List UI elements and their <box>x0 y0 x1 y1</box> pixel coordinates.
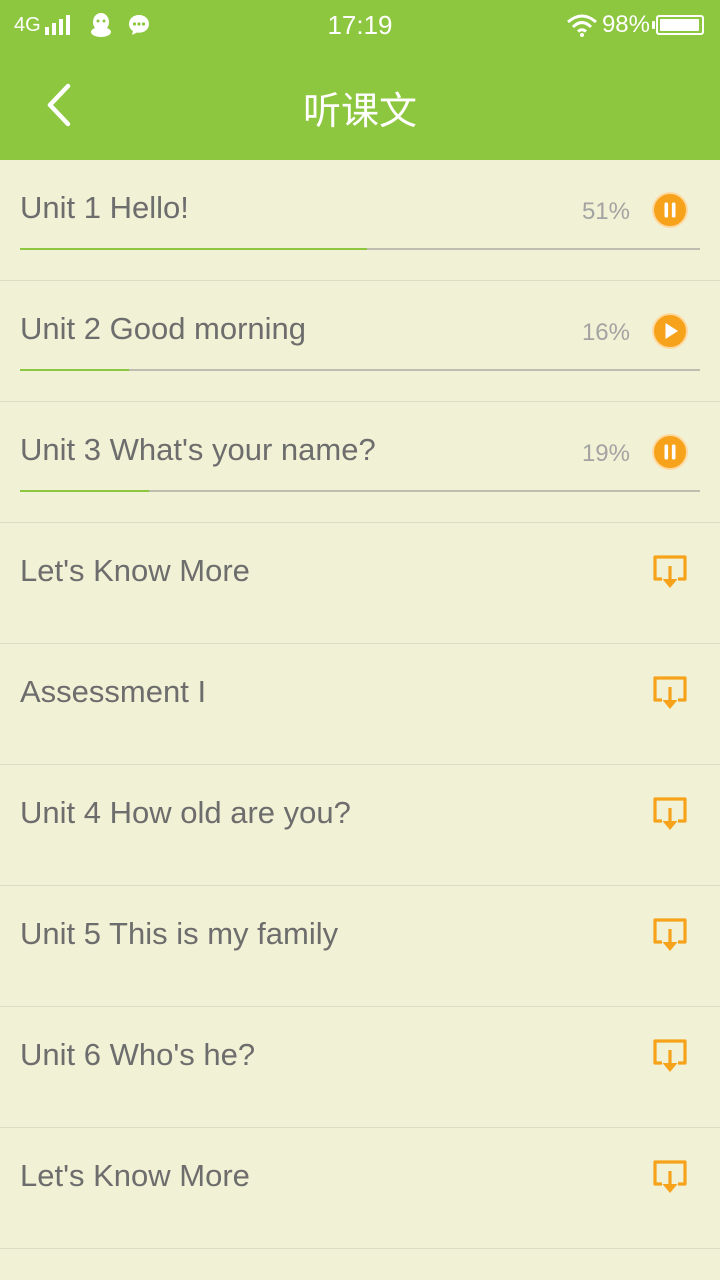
pause-button[interactable] <box>650 190 690 230</box>
progress-bar <box>20 248 700 250</box>
lesson-title: Unit 4 How old are you? <box>20 795 351 830</box>
lesson-title: Unit 6 Who's he? <box>20 1037 256 1072</box>
battery-icon <box>652 15 704 35</box>
download-icon <box>653 918 687 953</box>
nav-bar: 听课文 <box>0 50 720 160</box>
list-item[interactable]: Unit 2 Good morning 16% <box>0 281 720 402</box>
download-button[interactable] <box>650 553 690 593</box>
page-title: 听课文 <box>302 91 417 133</box>
pause-icon <box>652 434 688 470</box>
lesson-title: Assessment I <box>20 674 207 709</box>
download-button[interactable] <box>650 1037 690 1077</box>
app-header: 4G 17:19 98% 听课文 <box>0 0 720 160</box>
status-right: 98% <box>566 10 704 40</box>
list-item[interactable]: Let's Know More <box>0 1128 720 1249</box>
progress-bar <box>20 490 700 492</box>
pause-icon <box>652 192 688 228</box>
list-item[interactable]: Unit 6 Who's he? <box>0 1007 720 1128</box>
battery-percent: 98% <box>601 11 650 38</box>
download-icon <box>653 676 687 711</box>
lesson-title: Unit 5 This is my family <box>20 916 339 951</box>
download-percent: 51% <box>581 198 630 225</box>
status-bar: 4G 17:19 98% <box>0 0 720 50</box>
progress-fill <box>20 369 129 371</box>
lesson-list: Unit 1 Hello! 51% Unit 2 Good morning 16% Un… <box>0 160 720 1249</box>
download-icon <box>653 1160 687 1195</box>
progress-fill <box>20 490 150 492</box>
list-item[interactable]: Unit 3 What's your name? 19% <box>0 402 720 523</box>
list-item[interactable]: Let's Know More <box>0 523 720 644</box>
download-button[interactable] <box>650 795 690 835</box>
wifi-icon <box>566 14 597 37</box>
lesson-title: Let's Know More <box>20 1158 250 1193</box>
list-item[interactable]: Unit 1 Hello! 51% <box>0 160 720 281</box>
progress-bar <box>20 369 700 371</box>
download-percent: 16% <box>581 319 630 346</box>
download-percent: 19% <box>581 440 630 467</box>
progress-fill <box>20 248 367 250</box>
download-button[interactable] <box>650 674 690 714</box>
download-icon <box>653 1039 687 1074</box>
play-button[interactable] <box>650 311 690 351</box>
play-icon <box>652 313 688 349</box>
download-icon <box>653 797 687 832</box>
list-item[interactable]: Assessment I <box>0 644 720 765</box>
download-button[interactable] <box>650 916 690 956</box>
list-item[interactable]: Unit 4 How old are you? <box>0 765 720 886</box>
lesson-title: Unit 1 Hello! <box>20 190 189 225</box>
download-button[interactable] <box>650 1158 690 1198</box>
pause-button[interactable] <box>650 432 690 472</box>
list-item[interactable]: Unit 5 This is my family <box>0 886 720 1007</box>
lesson-title: Let's Know More <box>20 553 250 588</box>
lesson-title: Unit 3 What's your name? <box>20 432 376 467</box>
lesson-title: Unit 2 Good morning <box>20 311 307 346</box>
download-icon <box>653 555 687 590</box>
